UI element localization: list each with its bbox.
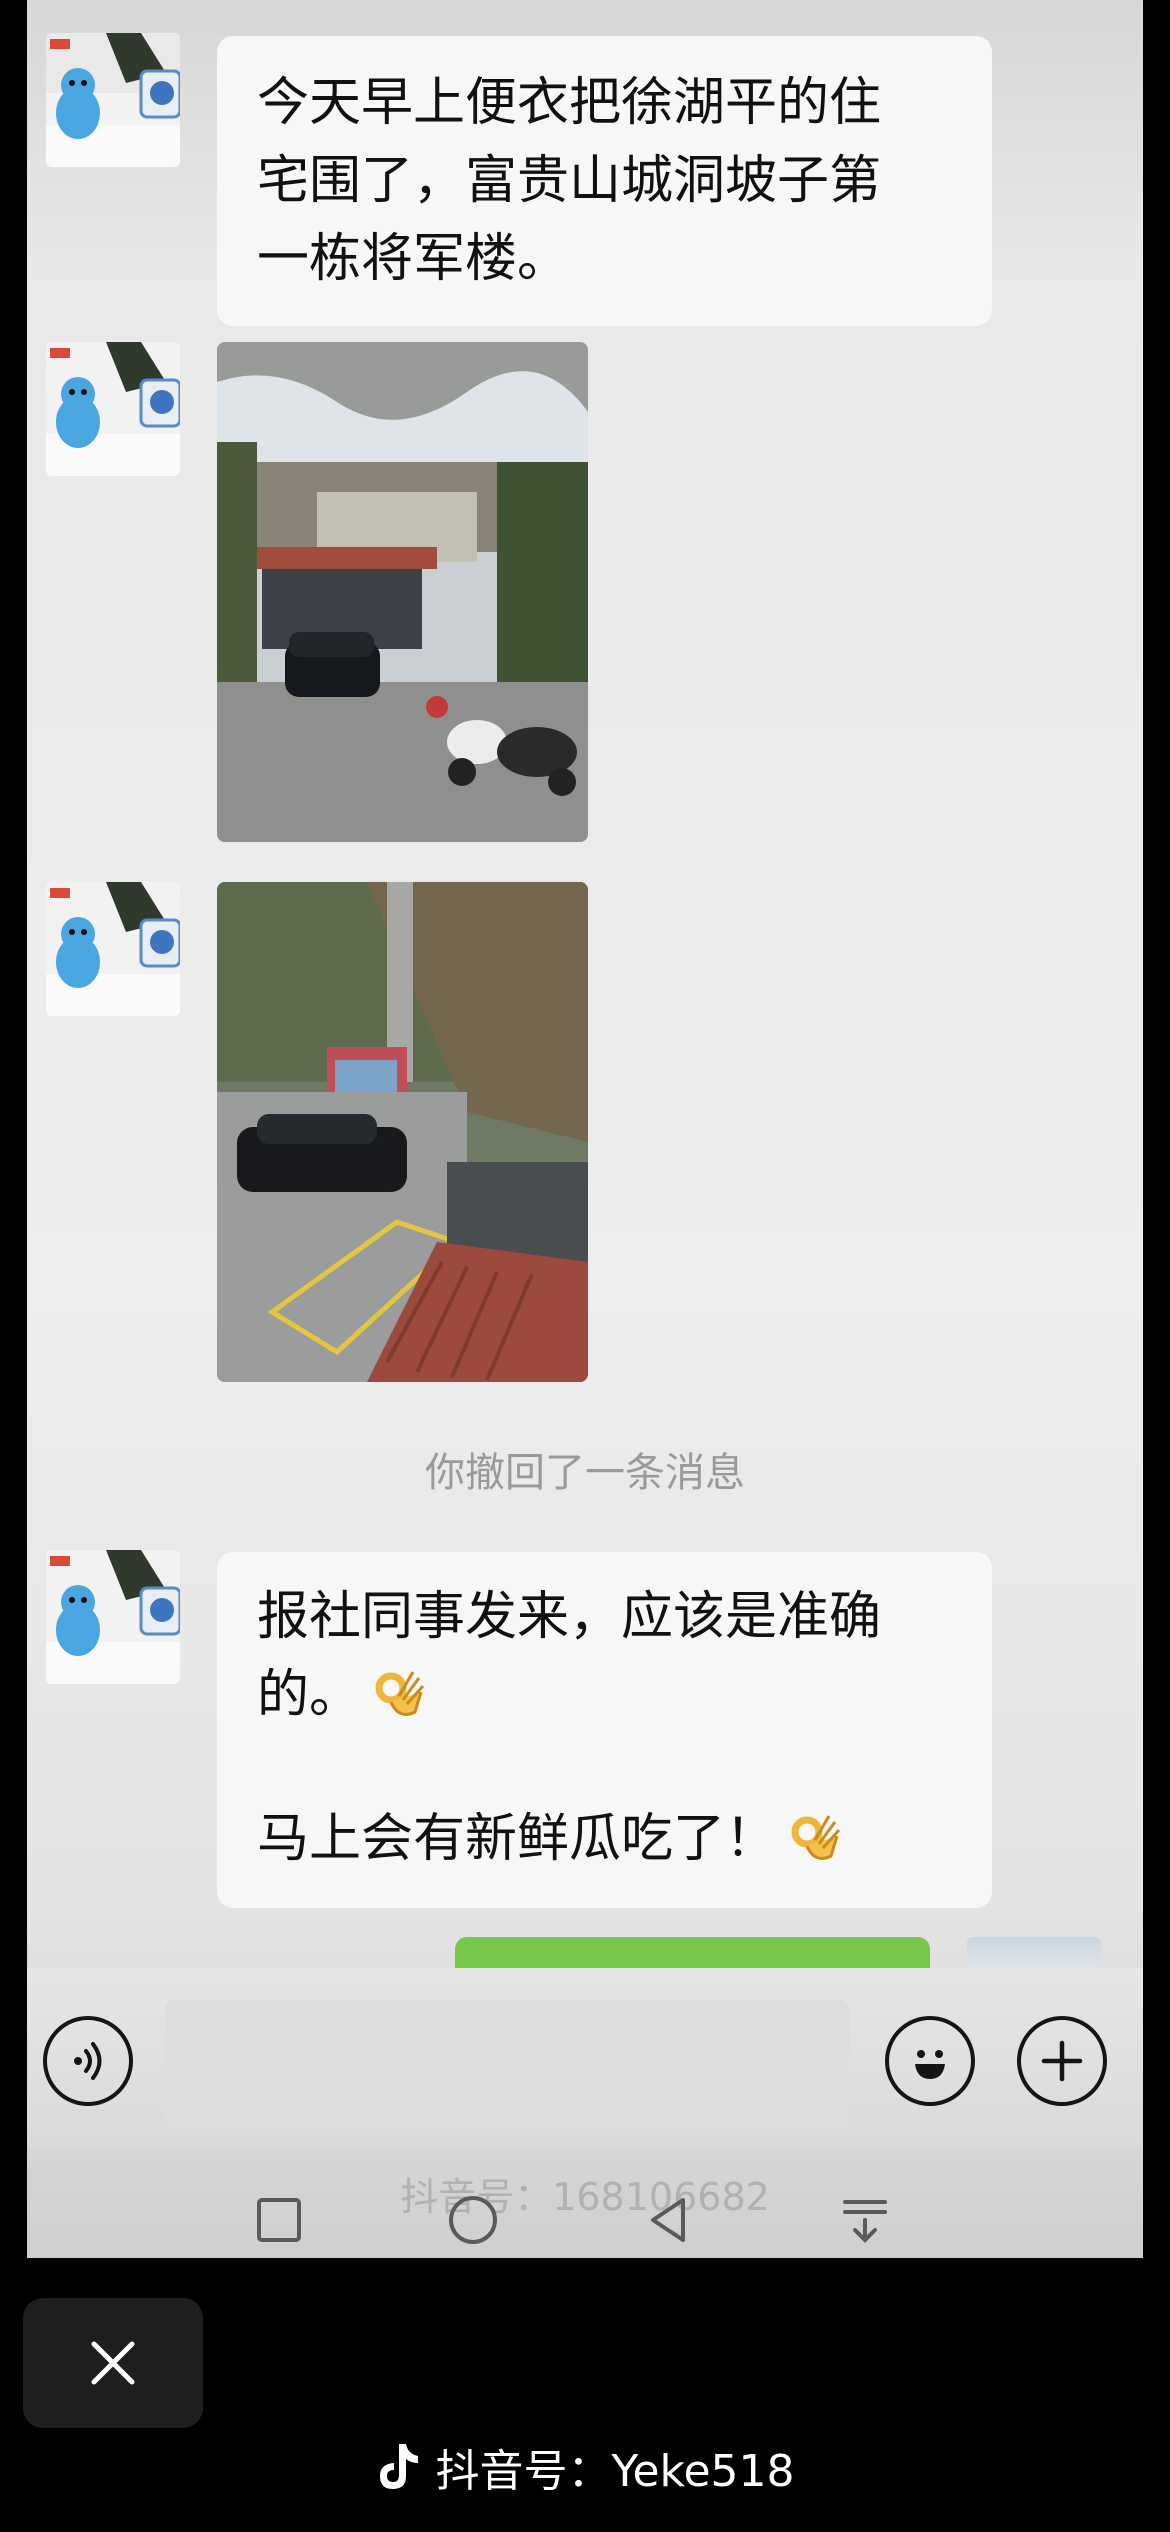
plus-button[interactable] [1017, 2016, 1107, 2106]
dropdown-menu-icon [843, 2200, 887, 2243]
message-bubble[interactable]: 今天早上便衣把徐湖平的住 宅围了，富贵山城洞坡子第 一栋将军楼。 [217, 36, 992, 326]
ok-hand-emoji [785, 1806, 845, 1866]
message-text: 的。 [257, 1665, 362, 1725]
message-input[interactable] [165, 2000, 850, 2128]
close-button[interactable] [23, 2298, 203, 2428]
plus-icon [1041, 2040, 1083, 2082]
back-triangle-icon [651, 2198, 685, 2242]
recents-button[interactable] [249, 2190, 309, 2250]
message-text: 一栋将军楼。 [257, 229, 570, 289]
menu-button[interactable] [835, 2190, 895, 2250]
tiktok-logo-icon [380, 2444, 419, 2489]
emoji-button[interactable] [885, 2016, 975, 2106]
chat-input-bar [27, 1968, 1143, 2148]
message-text: 报社同事发来，应该是准确 [257, 1587, 882, 1647]
message-bubble[interactable]: 报社同事发来，应该是准确 的。 马上会有新鲜瓜吃了！ [217, 1552, 992, 1908]
photo-message-house[interactable] [217, 342, 588, 842]
sender-avatar[interactable] [46, 33, 180, 167]
message-text: 今天早上便衣把徐湖平的住 [257, 73, 882, 133]
sender-avatar[interactable] [46, 342, 180, 476]
square-icon [257, 2198, 301, 2242]
close-icon [91, 2341, 135, 2385]
account-id: 抖音号：Yeke518 [435, 2446, 795, 2497]
circle-icon [449, 2196, 497, 2244]
message-text: 宅围了，富贵山城洞坡子第 [257, 151, 882, 211]
recall-notice: 你撤回了一条消息 [425, 1450, 745, 1496]
photo-message-parking-lot[interactable] [217, 882, 588, 1382]
chat-screenshot: 今天早上便衣把徐湖平的住 宅围了，富贵山城洞坡子第 一栋将军楼。 你撤回了一条消… [27, 0, 1143, 2258]
sender-avatar[interactable] [46, 882, 180, 1016]
sender-avatar[interactable] [46, 1550, 180, 1684]
ok-hand-emoji [369, 1662, 429, 1722]
back-button[interactable] [639, 2190, 699, 2250]
inner-watermark: 抖音号：168106682 [400, 2175, 770, 2219]
home-button[interactable] [443, 2190, 503, 2250]
message-text: 马上会有新鲜瓜吃了！ [257, 1809, 778, 1869]
voice-icon [74, 2042, 102, 2080]
voice-button[interactable] [43, 2016, 133, 2106]
smiley-icon [915, 2050, 945, 2079]
account-watermark: 抖音号：Yeke518 [0, 2432, 1170, 2502]
